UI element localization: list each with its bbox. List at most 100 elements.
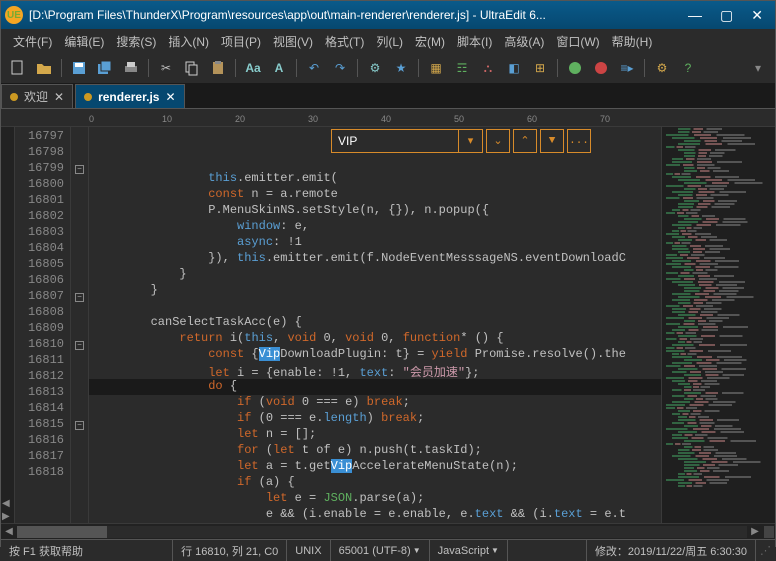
menu-item[interactable]: 搜索(S) xyxy=(110,31,162,52)
code-line[interactable]: if (a) { xyxy=(89,475,661,491)
tool-2-icon[interactable]: ☶ xyxy=(451,57,473,79)
search-box: ▾ ⌄ ⌃ ▼ ... xyxy=(331,128,591,154)
tab-close-icon[interactable]: ✕ xyxy=(54,90,64,104)
menu-item[interactable]: 编辑(E) xyxy=(58,31,110,52)
open-file-icon[interactable] xyxy=(33,57,55,79)
fold-marker[interactable]: − xyxy=(71,161,88,177)
code-line[interactable]: }), this.emitter.emit(f.NodeEventMesssag… xyxy=(89,251,661,267)
code-area[interactable]: ▾ ⌄ ⌃ ▼ ... this.emitter.emit( const n =… xyxy=(89,127,661,523)
copy-icon[interactable] xyxy=(181,57,203,79)
menu-item[interactable]: 窗口(W) xyxy=(550,31,605,52)
close-button[interactable]: ✕ xyxy=(751,7,763,24)
toggle-b-icon[interactable]: A xyxy=(268,57,290,79)
fold-marker xyxy=(71,305,88,321)
scroll-right-icon[interactable]: ▶ xyxy=(1,510,14,523)
code-line[interactable]: } xyxy=(89,283,661,299)
status-resize-grip[interactable]: ⋰ xyxy=(756,540,775,561)
search-filter-icon[interactable]: ▼ xyxy=(540,129,564,153)
code-line[interactable]: if (0 === e.length) break; xyxy=(89,411,661,427)
undo-icon[interactable]: ↶ xyxy=(303,57,325,79)
minimap[interactable] xyxy=(661,127,775,523)
tab-welcome[interactable]: 欢迎 ✕ xyxy=(1,84,73,108)
config-icon[interactable]: ⚙ xyxy=(364,57,386,79)
splitter[interactable] xyxy=(764,526,774,538)
menu-item[interactable]: 帮助(H) xyxy=(606,31,659,52)
status-modified: 修改：2019/11/22/周五 6:30:30 xyxy=(587,540,756,561)
code-line[interactable]: const n = a.remote xyxy=(89,187,661,203)
tool-1-icon[interactable]: ▦ xyxy=(425,57,447,79)
code-line[interactable]: this.emitter.emit( xyxy=(89,171,661,187)
code-line[interactable]: let e = JSON.parse(a); xyxy=(89,491,661,507)
code-line[interactable]: let n = []; xyxy=(89,427,661,443)
window-controls: — ▢ ✕ xyxy=(680,7,771,24)
new-file-icon[interactable] xyxy=(7,57,29,79)
scroll-thumb[interactable] xyxy=(17,526,107,538)
paste-icon[interactable] xyxy=(207,57,229,79)
toolbar-overflow-icon[interactable]: ▾ xyxy=(747,57,769,79)
line-number: 16801 xyxy=(15,193,70,209)
help-icon[interactable]: ? xyxy=(677,57,699,79)
fold-marker[interactable]: − xyxy=(71,417,88,433)
scroll-left-icon[interactable]: ◀ xyxy=(1,497,14,510)
code-line[interactable]: return i(this, void 0, void 0, function*… xyxy=(89,331,661,347)
toggle-a-icon[interactable]: Aa xyxy=(242,57,264,79)
status-eol[interactable]: UNIX xyxy=(287,540,330,561)
fold-marker xyxy=(71,401,88,417)
prefs-icon[interactable]: ⚙ xyxy=(651,57,673,79)
play-icon[interactable]: ≡▸ xyxy=(616,57,638,79)
code-line[interactable]: canSelectTaskAcc(e) { xyxy=(89,315,661,331)
code-line[interactable]: if (void 0 === e) break; xyxy=(89,395,661,411)
tab-renderer[interactable]: renderer.js ✕ xyxy=(75,84,184,108)
code-line[interactable]: for (let t of e) n.push(t.taskId); xyxy=(89,443,661,459)
code-line[interactable]: e && (i.enable = e.enable, e.text && (i.… xyxy=(89,507,661,523)
save-icon[interactable] xyxy=(68,57,90,79)
hscrollbar[interactable]: ◀ ▶ xyxy=(1,523,775,539)
fold-column: − − − − xyxy=(71,127,89,523)
record-icon[interactable] xyxy=(590,57,612,79)
tab-close-icon[interactable]: ✕ xyxy=(165,90,175,104)
menu-item[interactable]: 列(L) xyxy=(370,31,409,52)
code-line[interactable]: } xyxy=(89,267,661,283)
app-icon: UE xyxy=(5,6,23,24)
menu-item[interactable]: 视图(V) xyxy=(267,31,319,52)
run-icon[interactable] xyxy=(564,57,586,79)
menu-item[interactable]: 脚本(I) xyxy=(451,31,498,52)
scroll-right-icon[interactable]: ▶ xyxy=(747,526,763,537)
cut-icon[interactable]: ✂ xyxy=(155,57,177,79)
bookmark-icon[interactable]: ★ xyxy=(390,57,412,79)
menu-item[interactable]: 高级(A) xyxy=(498,31,550,52)
line-number: 16805 xyxy=(15,257,70,273)
code-line[interactable]: async: !1 xyxy=(89,235,661,251)
code-line[interactable]: window: e, xyxy=(89,219,661,235)
tool-5-icon[interactable]: ⊞ xyxy=(529,57,551,79)
fold-marker[interactable]: − xyxy=(71,289,88,305)
search-input[interactable] xyxy=(331,129,459,153)
save-all-icon[interactable] xyxy=(94,57,116,79)
redo-icon[interactable]: ↷ xyxy=(329,57,351,79)
status-lang[interactable]: JavaScript▼ xyxy=(430,540,508,561)
tool-4-icon[interactable]: ◧ xyxy=(503,57,525,79)
status-encoding[interactable]: 65001 (UTF-8)▼ xyxy=(331,540,430,561)
search-next-icon[interactable]: ⌄ xyxy=(486,129,510,153)
maximize-button[interactable]: ▢ xyxy=(720,7,733,24)
menu-item[interactable]: 宏(M) xyxy=(409,31,451,52)
code-line[interactable]: P.MenuSkinNS.setStyle(n, {}), n.popup({ xyxy=(89,203,661,219)
scroll-left-icon[interactable]: ◀ xyxy=(1,526,17,537)
search-prev-icon[interactable]: ⌃ xyxy=(513,129,537,153)
menu-item[interactable]: 格式(T) xyxy=(319,31,370,52)
minimize-button[interactable]: — xyxy=(688,7,702,24)
scroll-track[interactable] xyxy=(17,526,747,538)
print-icon[interactable] xyxy=(120,57,142,79)
search-more-icon[interactable]: ... xyxy=(567,129,591,153)
menu-item[interactable]: 插入(N) xyxy=(162,31,215,52)
menu-item[interactable]: 项目(P) xyxy=(215,31,267,52)
menu-item[interactable]: 文件(F) xyxy=(7,31,58,52)
tool-3-icon[interactable]: ⛬ xyxy=(477,57,499,79)
code-line[interactable]: const {VipDownloadPlugin: t} = yield Pro… xyxy=(89,347,661,363)
search-dropdown-icon[interactable]: ▾ xyxy=(459,129,483,153)
code-line[interactable]: do { xyxy=(89,379,661,395)
code-line[interactable]: let a = t.getVipAccelerateMenuState(n); xyxy=(89,459,661,475)
code-line[interactable] xyxy=(89,299,661,315)
code-line[interactable]: let i = {enable: !1, text: "会员加速"}; xyxy=(89,363,661,379)
fold-marker[interactable]: − xyxy=(71,337,88,353)
